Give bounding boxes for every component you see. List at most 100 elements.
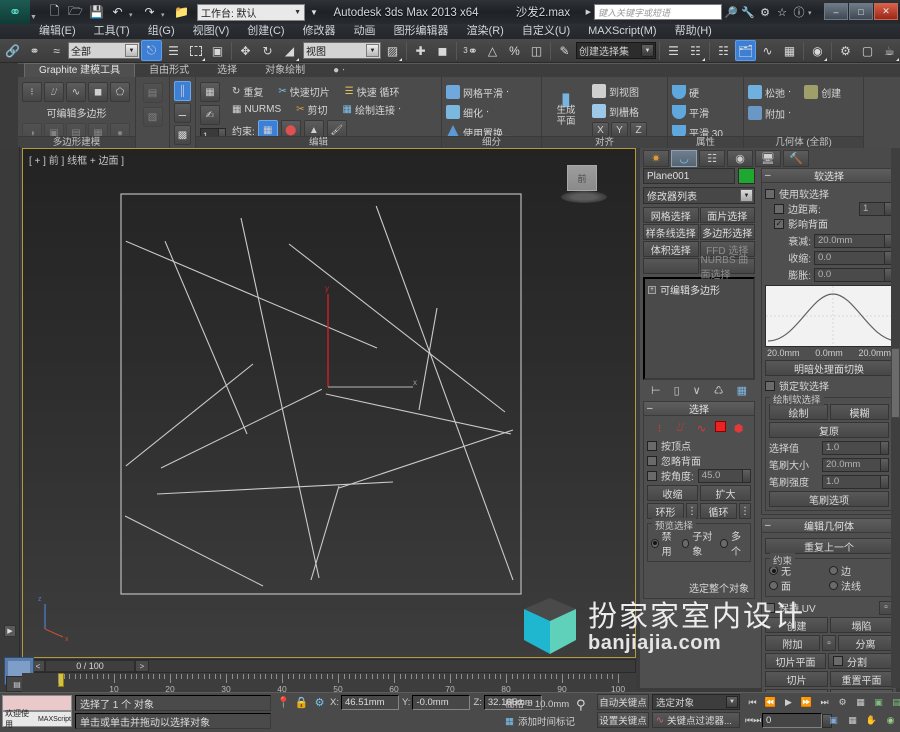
menu-item-graph-editors[interactable]: 图形编辑器 [385, 24, 458, 39]
ring-spinner-icon[interactable]: ⋮ [686, 503, 698, 519]
percent-snap-toggle-icon[interactable]: % [504, 40, 525, 61]
bubble-field[interactable]: 0.0 [814, 267, 893, 282]
app-menu-chevron-icon[interactable]: ▼ [30, 14, 39, 24]
brush-strength-field[interactable]: 1.0 [822, 474, 889, 489]
attach-geom-chevron-icon[interactable]: ⋅ [788, 108, 791, 119]
falloff-field[interactable]: 20.0mm [814, 233, 893, 248]
by-angle-checkbox[interactable]: 按角度: 45.0 [647, 468, 751, 483]
modify-tab-icon[interactable]: ◡ [671, 150, 697, 167]
lock-soft-selection-checkbox-box[interactable] [765, 380, 775, 391]
bind-to-space-warp-icon[interactable]: ≈ [46, 40, 67, 61]
subobject-border-icon[interactable]: ∿ [66, 82, 86, 102]
quick-slice-button[interactable]: ✂ 快速切片 [278, 82, 332, 100]
attach-button[interactable]: 附加 [765, 635, 820, 651]
menu-item-customize[interactable]: 自定义(U) [513, 24, 579, 39]
constraint-none-radio-dot[interactable] [769, 566, 778, 575]
rectangular-selection-region-icon[interactable] [185, 40, 206, 61]
object-name-field[interactable]: Plane001 [643, 168, 735, 184]
loop-spinner-icon[interactable]: ⋮ [739, 503, 751, 519]
window-crossing-toggle-icon[interactable]: ▣ [207, 40, 228, 61]
by-angle-spinner-icon[interactable] [742, 469, 750, 482]
split-checkbox[interactable]: 分割 [828, 653, 893, 669]
align-to-grid-button[interactable]: 到栅格 [592, 102, 647, 120]
zoom-extents-all-icon[interactable]: ▣ [871, 695, 886, 709]
close-button[interactable]: ✕ [874, 3, 898, 20]
ignore-backfacing-checkbox-box[interactable] [647, 455, 657, 466]
workspace-dropdown-icon[interactable]: ▼ [310, 8, 318, 17]
select-and-scale-icon[interactable]: ◢ [279, 40, 300, 61]
mesh-select-button[interactable]: 网格选择 [643, 207, 699, 223]
workspace-chevron-icon[interactable]: ▼ [294, 9, 301, 16]
subobject-level-toggle-icon[interactable]: ║ [174, 81, 191, 101]
tessellate-chevron-icon[interactable]: ⋅ [486, 107, 489, 118]
edge-distance-checkbox-box[interactable] [774, 203, 784, 214]
attach-geom-button[interactable]: 附加 ⋅ [748, 104, 859, 122]
selection-rollout-collapse-icon[interactable]: – [647, 403, 653, 414]
pinch-field[interactable]: 0.0 [814, 250, 893, 265]
motion-tab-icon[interactable]: ◉ [727, 150, 753, 167]
menu-item-rendering[interactable]: 渲染(R) [458, 24, 513, 39]
cut-button[interactable]: ✂ 剪切 [296, 100, 330, 118]
orbit-icon[interactable]: ◉ [883, 713, 898, 727]
save-file-icon[interactable]: 💾 [87, 3, 106, 22]
pin-stack-icon[interactable]: ⊢ [651, 384, 661, 397]
edit-geometry-collapse-icon[interactable]: – [765, 520, 771, 531]
view-cube[interactable]: 前 [561, 163, 607, 207]
by-vertex-checkbox[interactable]: 按顶点 [647, 438, 751, 453]
set-key-button[interactable]: 设置关键点 [597, 712, 649, 728]
selection-filter-chevron-icon[interactable]: ▼ [125, 44, 138, 57]
edit-named-selection-sets-icon[interactable]: ✎ [554, 40, 575, 61]
reference-coordinate-combo[interactable]: 视图 ▼ [303, 42, 381, 59]
subobject-vertex-icon[interactable]: ⁝ [22, 82, 42, 102]
sel-border-icon[interactable]: ∿ [694, 421, 710, 435]
use-pivot-point-center-icon[interactable]: ▨ [382, 40, 403, 61]
ribbon-tab-selection[interactable]: 选择 [203, 64, 251, 77]
coord-x[interactable]: X: 46.51mm [330, 695, 399, 710]
brush-options-button[interactable]: 笔刷选项 [769, 491, 889, 507]
layer-manager-icon[interactable]: ☷ [713, 40, 734, 61]
preview-disable-radio-dot[interactable] [651, 538, 659, 548]
help-icon[interactable]: ⓘ [791, 4, 807, 20]
zoom-icon[interactable]: ▣ [826, 713, 841, 727]
display-tab-icon[interactable]: 🖥 [755, 150, 781, 167]
tessellate-button[interactable]: 细化 ⋅ [446, 103, 537, 121]
split-checkbox-box[interactable] [833, 656, 843, 666]
patch-select-button[interactable]: 面片选择 [699, 207, 755, 223]
hard-button[interactable]: 硬 [672, 83, 739, 101]
show-cage-icon[interactable]: ▩ [174, 125, 191, 145]
coord-y-value[interactable]: -0.0mm [412, 695, 471, 710]
create-button[interactable]: 创建 [765, 617, 828, 633]
render-production-icon[interactable]: ☕ [879, 40, 900, 61]
menu-item-help[interactable]: 帮助(H) [666, 24, 721, 39]
affect-backfacing-checkbox-box[interactable]: ✓ [774, 218, 784, 229]
preserve-uv-checkbox-box[interactable] [765, 602, 775, 613]
zoom-region-icon[interactable]: ▦ [845, 713, 860, 727]
sel-vertex-icon[interactable]: ⁝ [652, 421, 668, 435]
maxscript-welcome-field[interactable]: 欢迎使用 MAXScript [2, 709, 72, 729]
curve-editor-icon[interactable]: ∿ [757, 40, 778, 61]
preview-subobject-radio[interactable]: 子对象 [681, 528, 717, 558]
menu-item-views[interactable]: 视图(V) [184, 24, 239, 39]
star-icon[interactable]: ☆ [774, 4, 790, 20]
align-icon[interactable]: ☷ [685, 40, 706, 61]
ribbon-minimize-icon[interactable]: ● ⋅ [319, 64, 359, 77]
subobject-polygon-icon[interactable]: ◼ [88, 82, 108, 102]
key-mode-icon[interactable]: ⚲ [576, 697, 586, 713]
undo-icon[interactable]: ↶ [108, 3, 127, 22]
stack-item-editable-poly[interactable]: + 可编辑多边形 [648, 282, 750, 297]
constraint-normal-radio-dot[interactable] [829, 581, 838, 590]
key-step-icon[interactable]: ⏮⏭ [745, 715, 761, 726]
time-tag-icon[interactable]: ▦ [505, 716, 514, 727]
select-object-icon[interactable]: ⎋ [141, 40, 162, 61]
detach-button[interactable]: 分离 [838, 635, 893, 651]
play-animation-icon[interactable]: ▶ [781, 695, 796, 709]
view-cube-compass-ring[interactable] [561, 191, 607, 203]
shrink-button[interactable]: 收缩 [647, 485, 698, 501]
go-to-end-icon[interactable]: ⏭ [817, 695, 832, 709]
angle-snap-toggle-icon[interactable]: △ [482, 40, 503, 61]
keyboard-shortcut-override-icon[interactable]: ◼ [432, 40, 453, 61]
spinner-snap-toggle-icon[interactable]: ◫ [526, 40, 547, 61]
edge-distance-field[interactable]: 1 [859, 201, 893, 216]
next-frame-button[interactable]: > [135, 660, 149, 672]
wrench-icon[interactable]: 🔧 [740, 4, 756, 20]
